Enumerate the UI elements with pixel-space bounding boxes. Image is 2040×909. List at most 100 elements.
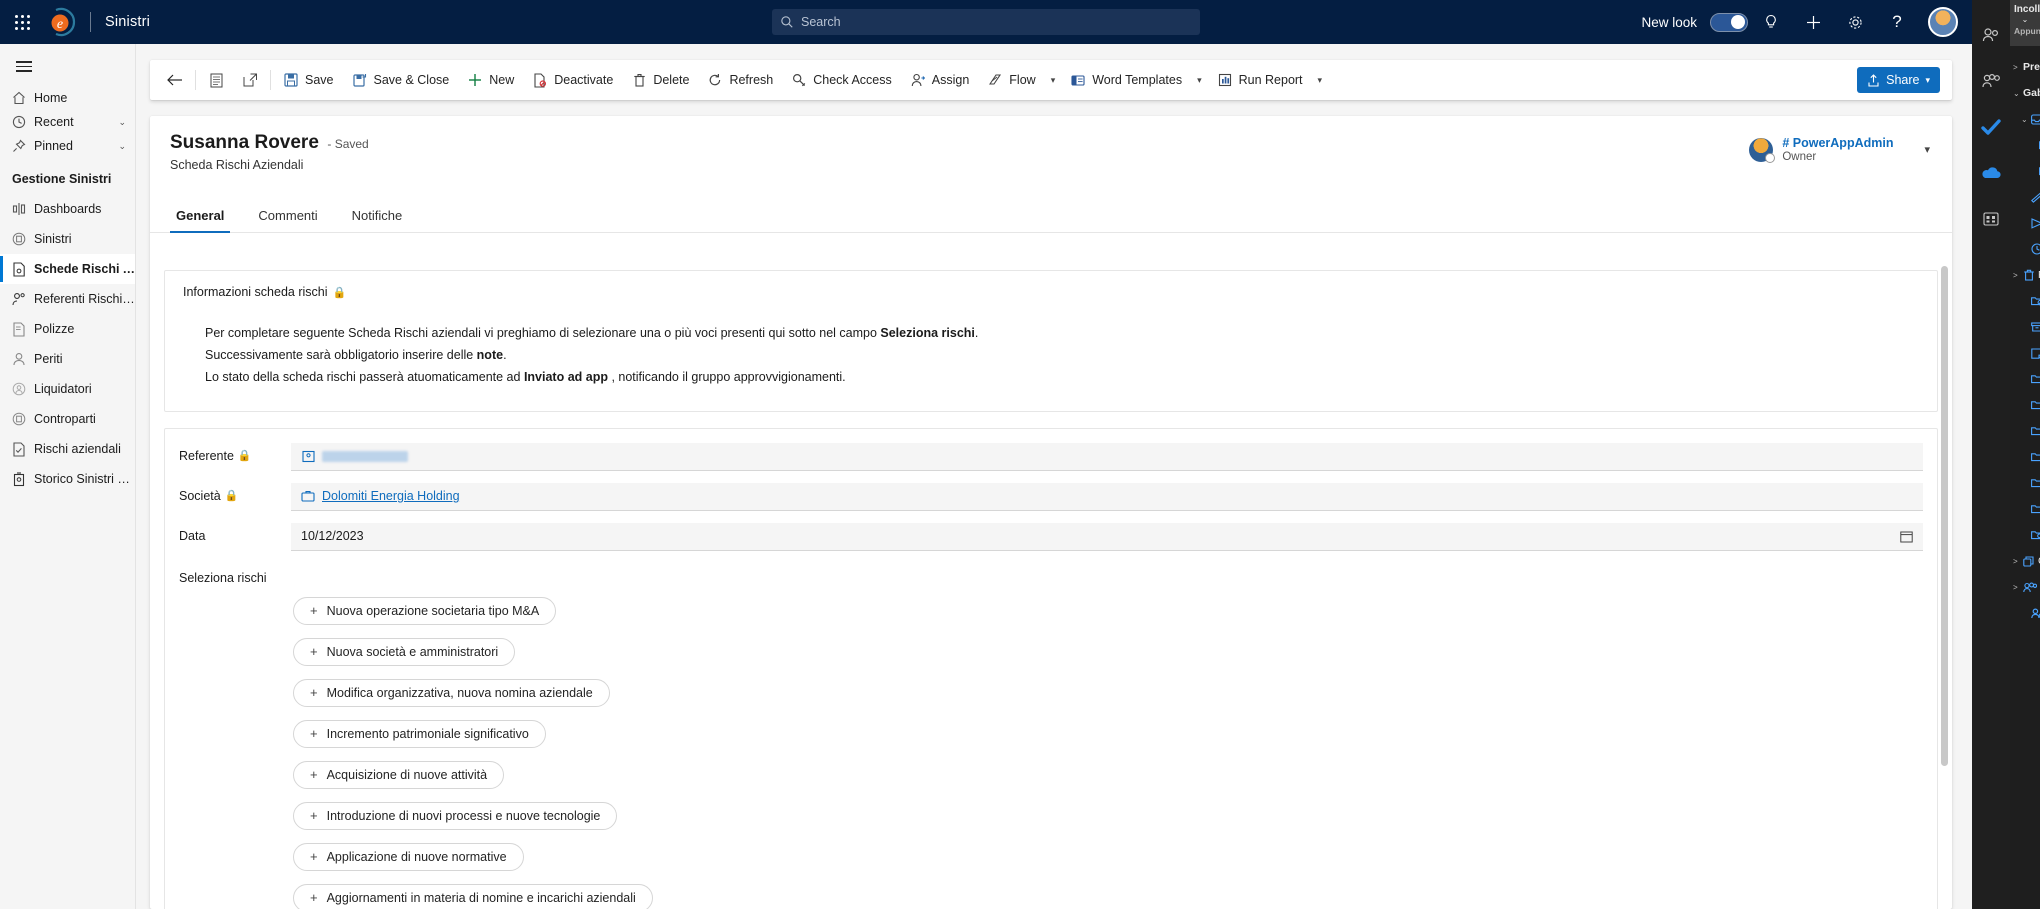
risk-chip[interactable]: + Nuova operazione societaria tipo M&A [293,596,557,625]
command-run-report[interactable]: Run Report [1208,62,1312,98]
mail-folder-contratti[interactable]: Contratti [2012,418,2040,444]
mail-folder-cartelle-ricerca[interactable]: Cartelle ricerca [2012,522,2040,548]
chevron-down-icon[interactable]: ▾ [1191,75,1208,86]
gear-icon[interactable] [1836,0,1874,44]
risk-chip[interactable]: + Acquisizione di nuove attività [293,760,505,789]
risk-chip[interactable]: + Aggiornamenti in materia di nomine e in… [293,883,653,909]
mail-folder-bozze[interactable]: Bozze [2012,184,2040,210]
risk-chip[interactable]: + Nuova società e amministratori [293,637,516,666]
mail-folder-archivio[interactable]: Archivio [2012,314,2040,340]
sidebar-item-liquidatori[interactable]: Liquidatori [0,374,135,404]
mail-folder-posta-eliminata[interactable]: >Posta eliminata [2012,262,2040,288]
sidebar-item-label: Recent [34,115,74,129]
paste-button-label[interactable]: Incolla [2014,4,2040,15]
share-button[interactable]: Share ▾ [1857,67,1940,93]
mail-folder-cartelle[interactable]: >Cartelle [2012,548,2040,574]
expander-icon[interactable]: ⌄ [2021,115,2028,124]
back-arrow-icon[interactable] [158,62,192,98]
sidebar-item-dashboards[interactable]: Dashboards [0,194,135,224]
command-save[interactable]: Save [274,62,343,98]
people-group-icon[interactable] [1972,58,2010,104]
chevron-down-icon[interactable]: ▾ [1045,75,1062,86]
sidebar-item-home[interactable]: Home [0,86,135,110]
mail-folder-posta-indesiderata[interactable]: Posta indesiderata [2012,288,2040,314]
chevron-down-icon[interactable]: ⌄ [118,141,126,152]
mail-folder-commerciale[interactable]: Commerciale [2012,392,2040,418]
sidebar-item-periti[interactable]: Periti [0,344,135,374]
lightbulb-icon[interactable] [1752,0,1790,44]
command-save-close[interactable]: Save & Close [343,62,459,98]
new-look-toggle[interactable] [1710,12,1748,32]
form-icon[interactable] [199,62,233,98]
sidebar-item-polizze[interactable]: Polizze [0,314,135,344]
command-deactivate[interactable]: Deactivate [523,62,622,98]
chevron-down-icon[interactable]: ⌄ [118,117,126,128]
plus-icon[interactable] [1794,0,1832,44]
people-icon[interactable] [1972,12,2010,58]
chevron-down-icon[interactable]: ▾ [1312,75,1329,86]
risk-chip[interactable]: + Incremento patrimoniale significativo [293,719,546,748]
onedrive-icon[interactable] [1972,150,2010,196]
scrollbar-thumb[interactable] [1941,266,1948,766]
field-value-referente[interactable] [291,442,1923,471]
user-avatar[interactable] [1928,7,1958,37]
risk-chip-row: + Acquisizione di nuove attività [293,760,1923,802]
expander-icon[interactable]: > [2013,271,2020,280]
owner-name[interactable]: # PowerAppAdmin [1782,136,1893,150]
command-check-access[interactable]: Check Access [782,62,901,98]
command-assign[interactable]: Assign [901,62,979,98]
app-launcher-icon[interactable] [0,0,44,44]
search-input[interactable] [801,15,1192,29]
calendar-icon[interactable] [1900,530,1913,543]
mail-folder-sondaggi[interactable]: Sondaggi [2012,496,2040,522]
mail-folder-note[interactable]: Note [2012,340,2040,366]
field-value-data[interactable]: 10/12/2023 [291,522,1923,551]
mail-folder-amministrazione[interactable]: Amministrazione [2012,366,2040,392]
help-icon[interactable]: ? [1878,0,1916,44]
command-flow[interactable]: Flow [978,62,1044,98]
command-refresh[interactable]: Refresh [698,62,782,98]
sidebar-item-recent[interactable]: Recent ⌄ [0,110,135,134]
risk-chip[interactable]: + Applicazione di nuove normative [293,842,524,871]
popout-icon[interactable] [233,62,267,98]
sidebar-item-schede-rischi-aziend[interactable]: Schede Rischi Aziend... [0,254,135,284]
sidebar-item-storico-sinistri-link[interactable]: Storico Sinistri Link [0,464,135,494]
chevron-down-icon[interactable]: ▾ [1924,143,1930,156]
sidebar-item-rischi-aziendali[interactable]: Rischi aziendali [0,434,135,464]
command-word-templates[interactable]: Word Templates [1061,62,1191,98]
checkmark-icon[interactable] [1972,104,2010,150]
mail-folder-crm[interactable]: Crm [2012,444,2040,470]
expander-icon[interactable]: > [2013,63,2020,72]
expander-icon[interactable]: > [2013,583,2020,592]
risk-chip[interactable]: + Introduzione di nuovi processi e nuove … [293,801,618,830]
mail-folder-posta-inviata[interactable]: Posta inviata [2012,210,2040,236]
apps-grid-icon[interactable] [1972,196,2010,242]
expander-icon[interactable]: > [2013,557,2020,566]
nav-collapse-button[interactable] [2,46,46,86]
chevron-down-icon[interactable]: ⌄ [2014,15,2036,24]
mail-folder-fatture[interactable]: Fatture [2012,132,2040,158]
mail-folder-tickets[interactable]: Tickets [2012,158,2040,184]
tab-commenti[interactable]: Commenti [252,202,323,232]
lookup-link[interactable]: Dolomiti Energia Holding [322,489,460,503]
command-delete[interactable]: Delete [622,62,698,98]
command-new[interactable]: New [458,62,523,98]
risk-chip[interactable]: + Modifica organizzativa, nuova nomina az… [293,678,610,707]
sidebar-item-referenti-rischi-azie[interactable]: Referenti Rischi Azie... [0,284,135,314]
mail-folder-gabriele[interactable]: ⌄Gabriele [2012,80,2040,106]
tab-general[interactable]: General [170,202,231,233]
mail-folder-aggiungi[interactable]: Aggiungi [2012,600,2040,626]
sidebar-item-pinned[interactable]: Pinned ⌄ [0,134,135,158]
mail-folder-gruppi[interactable]: >Gruppi [2012,574,2040,600]
mail-folder-posta-in-arrivo[interactable]: ⌄Posta in arrivo [2012,106,2040,132]
mail-folder-marketing[interactable]: Marketing [2012,470,2040,496]
expander-icon[interactable]: ⌄ [2013,89,2020,98]
sidebar-item-sinistri[interactable]: Sinistri [0,224,135,254]
mail-folder-scheduled[interactable]: Scheduled [2012,236,2040,262]
tab-notifiche[interactable]: Notifiche [346,202,409,232]
mail-folder-preferiti[interactable]: >Preferiti [2012,54,2040,80]
global-search[interactable] [772,9,1200,35]
scrollbar-track[interactable] [1941,266,1948,901]
field-value-societa[interactable]: Dolomiti Energia Holding [291,482,1923,511]
sidebar-item-controparti[interactable]: Controparti [0,404,135,434]
